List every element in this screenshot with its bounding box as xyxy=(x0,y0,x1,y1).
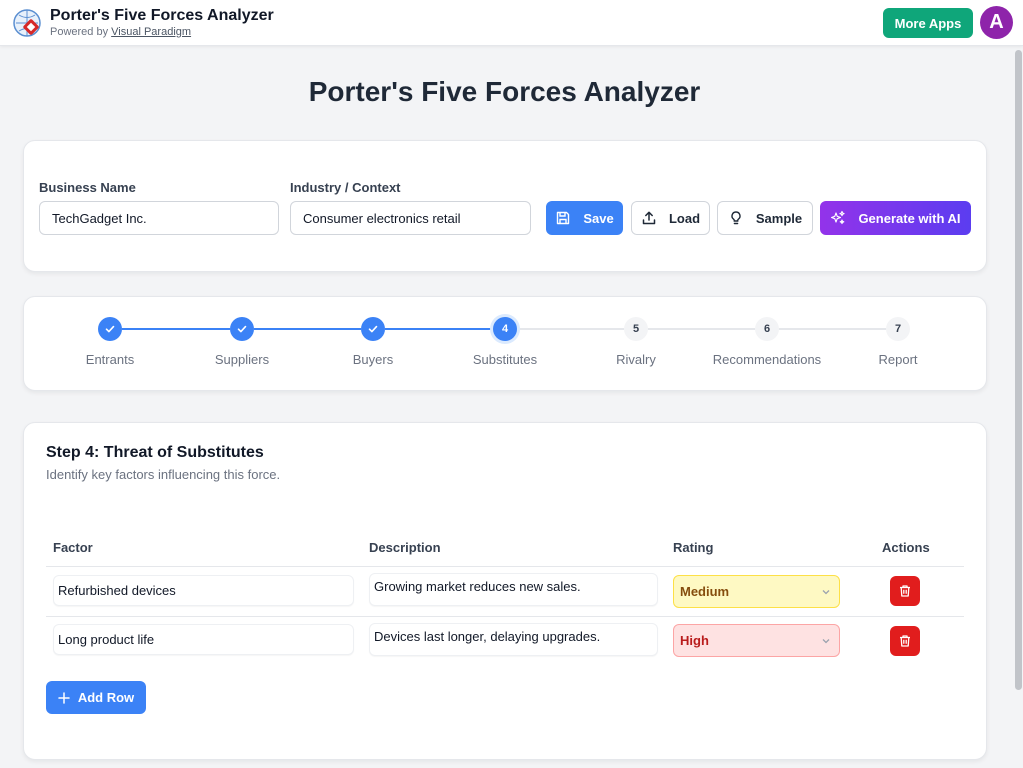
more-apps-button[interactable]: More Apps xyxy=(883,8,973,38)
column-header-rating: Rating xyxy=(673,540,714,555)
sample-label: Sample xyxy=(755,210,803,226)
stepper-connector xyxy=(779,328,886,330)
add-row-label: Add Row xyxy=(77,690,135,705)
powered-by-prefix: Powered by xyxy=(50,26,112,38)
stepper-connector xyxy=(385,328,493,330)
generate-label: Generate with AI xyxy=(858,210,961,226)
column-header-factor: Factor xyxy=(53,540,93,555)
top-bar: Porter's Five Forces Analyzer Powered by… xyxy=(0,0,1023,46)
description-input[interactable]: Growing market reduces new sales. xyxy=(369,573,658,606)
save-button[interactable]: Save xyxy=(546,201,623,235)
upload-icon xyxy=(642,211,656,225)
stepper-connector xyxy=(122,328,230,330)
step-entrants-label[interactable]: Entrants xyxy=(45,352,175,367)
rating-select[interactable]: Medium xyxy=(673,575,840,608)
chevron-down-icon xyxy=(822,590,830,595)
rating-value: Medium xyxy=(680,584,730,599)
save-label: Save xyxy=(583,210,614,226)
load-label: Load xyxy=(668,210,701,226)
generate-with-ai-button[interactable]: Generate with AI xyxy=(820,201,971,235)
visual-paradigm-logo-icon[interactable] xyxy=(12,8,42,38)
step-buyers-indicator[interactable] xyxy=(361,317,385,341)
powered-by-text: Powered by Visual Paradigm xyxy=(50,26,191,38)
checkmark-icon xyxy=(237,325,247,333)
factor-input[interactable]: Refurbished devices xyxy=(53,575,354,606)
sample-button[interactable]: Sample xyxy=(717,201,813,235)
app-title: Porter's Five Forces Analyzer xyxy=(50,7,274,24)
factor-input[interactable]: Long product life xyxy=(53,624,354,655)
industry-label: Industry / Context xyxy=(290,180,401,195)
stepper-connector xyxy=(254,328,361,330)
step-buyers-label[interactable]: Buyers xyxy=(308,352,438,367)
plus-icon xyxy=(58,691,70,704)
sparkles-icon xyxy=(831,210,846,225)
step-suppliers-label[interactable]: Suppliers xyxy=(177,352,307,367)
load-button[interactable]: Load xyxy=(631,201,710,235)
stepper-connector xyxy=(648,328,755,330)
step-title: Step 4: Threat of Substitutes xyxy=(46,444,264,461)
stepper-connector xyxy=(517,328,624,330)
step-rivalry-indicator[interactable]: 5 xyxy=(624,317,648,341)
page-title: Porter's Five Forces Analyzer xyxy=(308,76,701,107)
industry-input[interactable] xyxy=(290,201,531,235)
lightbulb-icon xyxy=(731,211,741,225)
delete-row-button[interactable] xyxy=(890,626,920,656)
scrollbar-thumb[interactable] xyxy=(1015,50,1022,690)
step-recommendations-indicator[interactable]: 6 xyxy=(755,317,779,341)
visual-paradigm-link[interactable]: Visual Paradigm xyxy=(111,26,191,38)
user-avatar[interactable]: A xyxy=(980,6,1013,39)
delete-row-button[interactable] xyxy=(890,576,920,606)
business-name-input[interactable] xyxy=(39,201,279,235)
step-suppliers-indicator[interactable] xyxy=(230,317,254,341)
stepper-card xyxy=(23,296,987,391)
add-row-button[interactable]: Add Row xyxy=(46,681,146,714)
step-substitutes-indicator[interactable]: 4 xyxy=(493,317,517,341)
trash-icon xyxy=(900,585,910,597)
checkmark-icon xyxy=(105,325,115,333)
rating-value: High xyxy=(680,633,709,648)
column-header-actions: Actions xyxy=(882,540,930,555)
step-rivalry-label[interactable]: Rivalry xyxy=(571,352,701,367)
column-header-description: Description xyxy=(369,540,441,555)
step-entrants-indicator[interactable] xyxy=(98,317,122,341)
trash-icon xyxy=(900,635,910,647)
step-report-indicator[interactable]: 7 xyxy=(886,317,910,341)
table-divider xyxy=(46,566,964,567)
checkmark-icon xyxy=(368,325,378,333)
step-subtitle: Identify key factors influencing this fo… xyxy=(46,467,281,482)
business-name-label: Business Name xyxy=(39,180,136,195)
step-report-label[interactable]: Report xyxy=(833,352,963,367)
save-icon xyxy=(557,211,570,225)
chevron-down-icon xyxy=(822,639,830,644)
table-divider xyxy=(46,616,964,617)
step-recommendations-label[interactable]: Recommendations xyxy=(702,352,832,367)
description-input[interactable]: Devices last longer, delaying upgrades. xyxy=(369,623,658,656)
step-substitutes-label[interactable]: Substitutes xyxy=(440,352,570,367)
rating-select[interactable]: High xyxy=(673,624,840,657)
